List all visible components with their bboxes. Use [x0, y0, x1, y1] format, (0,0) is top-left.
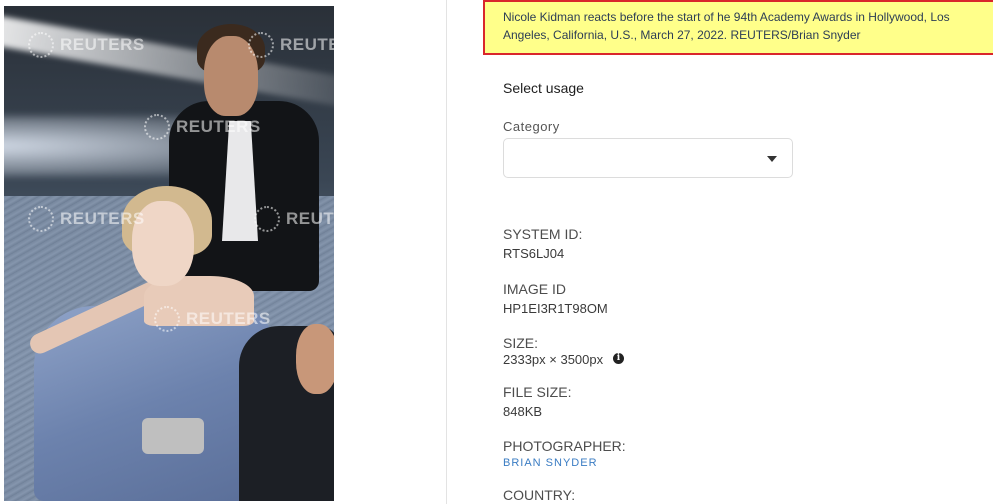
category-dropdown[interactable]	[503, 138, 793, 178]
watermark: REUTERS	[28, 206, 145, 232]
watermark: REUTERS	[254, 206, 334, 232]
file-size-value: 848KB	[503, 404, 543, 419]
select-usage-heading: Select usage	[503, 80, 584, 96]
watermark: REUTERS	[144, 114, 261, 140]
watermark: REUTERS	[154, 306, 271, 332]
size-value: 2333px × 3500px	[503, 352, 604, 367]
reuters-logo-icon	[154, 306, 180, 332]
chevron-down-icon	[767, 156, 777, 162]
system-id-label: SYSTEM ID:	[503, 226, 583, 242]
reuters-logo-icon	[248, 32, 274, 58]
category-label: Category	[503, 119, 560, 134]
reuters-logo-icon	[28, 206, 54, 232]
system-id-value: RTS6LJ04	[503, 246, 565, 261]
watermark: REUTERS	[248, 32, 334, 58]
image-id-label: IMAGE ID	[503, 281, 567, 297]
news-photo[interactable]: REUTERS REUTERS REUTERS REUTERS REUTERS …	[4, 6, 334, 501]
image-id-value: HP1EI3R1T98OM	[503, 301, 608, 316]
panel-divider	[446, 0, 447, 504]
watermark: REUTERS	[28, 32, 145, 58]
reuters-logo-icon	[144, 114, 170, 140]
photographer-link[interactable]: BRIAN SNYDER	[503, 457, 598, 469]
seated-man-head	[296, 324, 334, 394]
country-label: COUNTRY:	[503, 487, 576, 503]
reuters-logo-icon	[254, 206, 280, 232]
info-icon[interactable]: i	[613, 353, 624, 364]
stage-light	[4, 14, 334, 108]
size-label: SIZE:	[503, 335, 539, 351]
photographer-label: PHOTOGRAPHER:	[503, 438, 626, 454]
photo-caption: Nicole Kidman reacts before the start of…	[483, 0, 993, 55]
reuters-logo-icon	[28, 32, 54, 58]
silver-clutch	[142, 418, 204, 454]
file-size-label: FILE SIZE:	[503, 384, 572, 400]
